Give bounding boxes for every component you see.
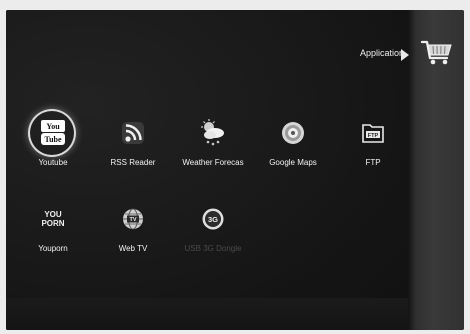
app-usb-3g-dongle[interactable]: 3G USB 3G Dongle	[173, 204, 253, 253]
youporn-icon: YOU PORN	[41, 210, 64, 228]
app-label: Weather Forecas	[182, 158, 244, 167]
app-label: Google Maps	[269, 158, 317, 167]
svg-text:FTP: FTP	[368, 133, 379, 139]
category-label: Application	[359, 48, 404, 58]
selection-ring	[30, 111, 74, 155]
google-maps-icon	[282, 122, 304, 144]
app-label: RSS Reader	[110, 158, 156, 167]
web-tv-icon: TV	[123, 208, 143, 230]
rss-icon	[122, 122, 144, 144]
weather-icon	[201, 119, 224, 146]
app-label: Youporn	[38, 244, 68, 253]
category-arrow-icon	[401, 49, 409, 61]
app-ftp[interactable]: FTP FTP	[333, 118, 413, 167]
usb-3g-dongle-icon: 3G	[202, 208, 224, 230]
app-weather-forecast[interactable]: Weather Forecas	[173, 118, 253, 167]
app-label: Youtube	[38, 158, 68, 167]
app-rss-reader[interactable]: RSS Reader	[93, 118, 173, 167]
svg-text:3G: 3G	[208, 215, 218, 224]
application-screen: Application You Tube Youtube RSS Reader	[6, 10, 464, 330]
ftp-folder-icon: FTP	[362, 124, 384, 143]
app-google-maps[interactable]: Google Maps	[253, 118, 333, 167]
app-label: FTP	[365, 158, 381, 167]
app-label: USB 3G Dongle	[184, 244, 242, 253]
svg-text:TV: TV	[129, 217, 136, 223]
app-grid-background	[6, 10, 408, 330]
app-web-tv[interactable]: TV Web TV	[93, 204, 173, 253]
svg-text:YOU: YOU	[44, 210, 62, 219]
bottom-bar	[6, 298, 408, 330]
app-label: Web TV	[118, 244, 148, 253]
app-youtube[interactable]: You Tube Youtube	[13, 118, 93, 167]
app-youporn[interactable]: YOU PORN Youporn	[13, 204, 93, 253]
shopping-cart-icon[interactable]	[420, 38, 454, 66]
svg-text:PORN: PORN	[41, 219, 64, 228]
